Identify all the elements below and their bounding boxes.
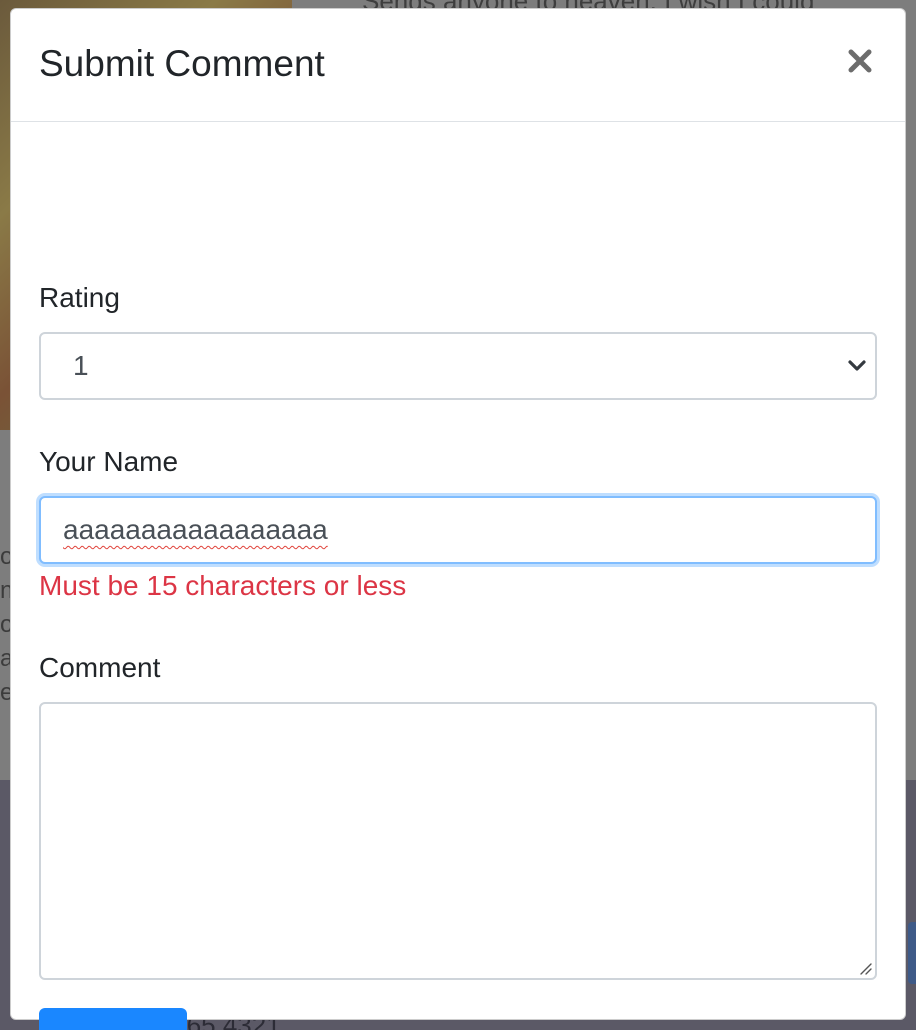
name-error-message: Must be 15 characters or less [39,570,407,601]
rating-select[interactable]: 1 [39,332,877,400]
comment-label: Comment [39,652,161,683]
rating-label: Rating [39,282,120,313]
name-label: Your Name [39,446,179,477]
rating-selected-value: 1 [73,350,89,381]
comment-textarea[interactable] [39,702,877,980]
submit-button[interactable]: Submit [39,1008,187,1030]
background-side-tab [908,922,916,984]
modal-title: Submit Comment [39,43,325,84]
chevron-down-icon [848,360,866,371]
submit-comment-modal: Submit Comment Rating 1 Your Name aaaaaa… [10,8,906,1030]
close-button[interactable] [845,43,875,79]
name-input[interactable]: aaaaaaaaaaaaaaaaa [39,496,877,564]
resize-handle-icon[interactable] [857,960,873,976]
modal-header: Submit Comment [11,9,905,122]
close-icon [848,49,872,73]
